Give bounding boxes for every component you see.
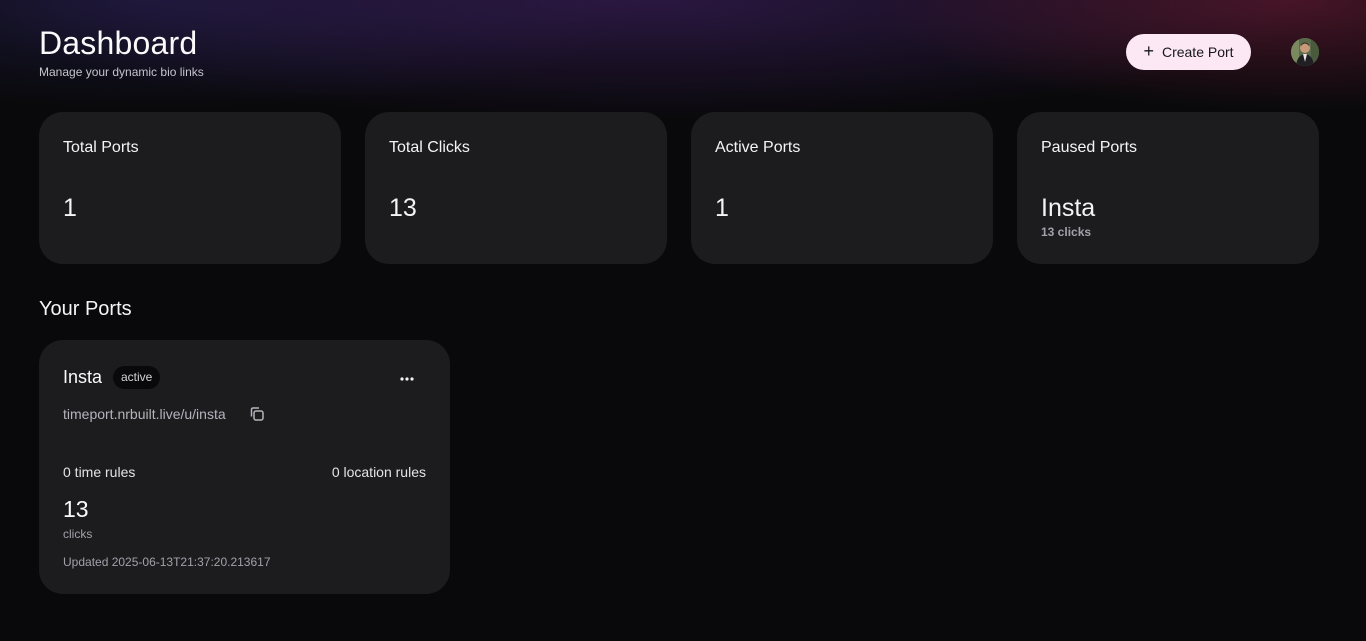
stat-label: Total Clicks (389, 139, 470, 156)
clicks-value: 13 (63, 496, 89, 522)
create-port-button[interactable]: + Create Port (1126, 34, 1251, 70)
page-title: Dashboard (39, 25, 198, 61)
stat-value: 1 (715, 194, 729, 222)
port-name: Insta (63, 367, 103, 387)
copy-icon (250, 407, 264, 421)
port-url: timeport.nrbuilt.live/u/insta (63, 406, 226, 422)
stat-card-total-clicks: Total Clicks 13 (365, 112, 667, 264)
page-subtitle: Manage your dynamic bio links (39, 65, 204, 79)
status-badge: active (113, 366, 161, 389)
stat-card-active-ports: Active Ports 1 (691, 112, 993, 264)
plus-icon: + (1143, 41, 1154, 61)
stat-card-total-ports: Total Ports 1 (39, 112, 341, 264)
more-options-button[interactable] (395, 368, 419, 390)
create-port-label: Create Port (1161, 44, 1234, 60)
location-rules-count: 0 location rules (331, 464, 426, 480)
stat-value: 1 (63, 194, 77, 222)
stat-label: Active Ports (715, 139, 801, 156)
stat-value: Insta (1041, 194, 1096, 222)
avatar-image (1291, 38, 1319, 66)
stat-card-paused-ports: Paused Ports Insta 13 clicks (1017, 112, 1319, 264)
stat-label: Total Ports (63, 139, 139, 156)
page-header: Dashboard Manage your dynamic bio links (39, 26, 204, 79)
updated-timestamp: Updated 2025-06-13T21:37:20.213617 (63, 555, 271, 569)
copy-url-button[interactable] (248, 405, 268, 425)
dashboard-page: Dashboard Manage your dynamic bio links … (0, 0, 1366, 641)
section-title: Your Ports (39, 298, 132, 320)
stat-subtext: 13 clicks (1041, 225, 1092, 239)
time-rules-count: 0 time rules (63, 464, 136, 480)
stat-value: 13 (389, 194, 417, 222)
ellipsis-icon (400, 377, 414, 381)
stat-label: Paused Ports (1041, 139, 1138, 156)
clicks-label: clicks (63, 527, 93, 541)
stats-row: Total Ports 1 Total Clicks 13 Active Por… (39, 112, 1319, 264)
user-avatar[interactable] (1291, 38, 1319, 66)
port-card[interactable]: Insta active timeport.nrbuilt.live/u/ins… (39, 340, 450, 594)
